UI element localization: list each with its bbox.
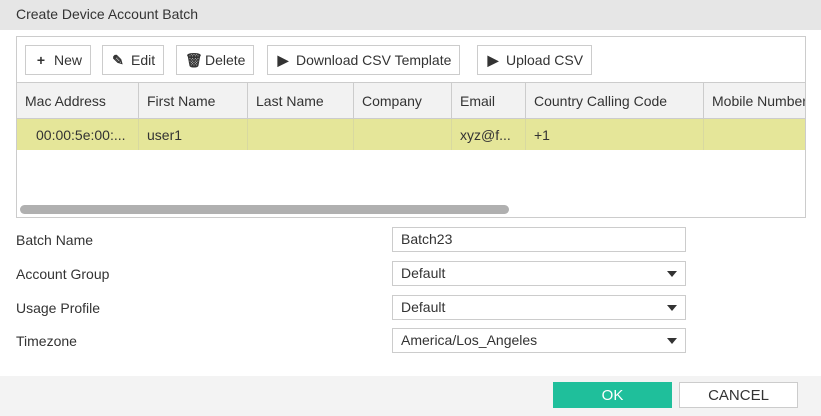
batch-name-label: Batch Name <box>16 232 94 248</box>
usage-profile-label: Usage Profile <box>16 300 101 316</box>
accounts-panel: + New ✎ Edit 🗑 Delete ▶ Download CSV Templat… <box>16 36 806 218</box>
column-header[interactable]: Mac Address <box>17 83 139 118</box>
batch-name-value: Batch23 <box>401 231 453 247</box>
dialog-title: Create Device Account Batch <box>0 0 821 30</box>
usage-profile-select[interactable]: Default <box>392 295 686 320</box>
timezone-value: America/Los_Angeles <box>401 332 538 348</box>
column-header[interactable]: Company <box>354 83 452 118</box>
column-header[interactable]: Email <box>452 83 526 118</box>
edit-label: Edit <box>131 52 156 68</box>
delete-button[interactable]: 🗑 Delete <box>176 45 255 75</box>
table-cell: +1 <box>526 119 704 150</box>
account-group-value: Default <box>401 265 446 281</box>
new-label: New <box>54 52 83 68</box>
column-header[interactable]: Mobile Number <box>704 83 805 118</box>
table-cell <box>704 119 805 150</box>
column-header[interactable]: Last Name <box>248 83 354 118</box>
caret-down-icon <box>667 305 677 311</box>
upload-label: Upload CSV <box>506 52 584 68</box>
trash-icon: 🗑 <box>185 51 203 68</box>
ok-button[interactable]: OK <box>553 382 672 408</box>
table-cell <box>248 119 354 150</box>
download-label: Download CSV Template <box>296 52 452 68</box>
caret-down-icon <box>667 338 677 344</box>
table-cell <box>354 119 452 150</box>
upload-csv-button[interactable]: ▶ Upload CSV <box>477 45 593 75</box>
timezone-select[interactable]: America/Los_Angeles <box>392 328 686 353</box>
timezone-label: Timezone <box>16 333 77 349</box>
edit-button[interactable]: ✎ Edit <box>102 45 165 75</box>
column-header[interactable]: First Name <box>139 83 248 118</box>
batch-name-input[interactable]: Batch23 <box>392 227 686 252</box>
usage-profile-value: Default <box>401 299 446 315</box>
download-csv-template-button[interactable]: ▶ Download CSV Template <box>267 45 461 75</box>
table-row[interactable]: 00:00:5e:00:... user1 xyz@f... +1 <box>17 119 805 150</box>
column-header[interactable]: Country Calling Code <box>526 83 704 118</box>
file-import-icon: ▶ <box>487 51 499 68</box>
account-group-label: Account Group <box>16 266 110 282</box>
account-group-select[interactable]: Default <box>392 261 686 286</box>
table-header: Mac Address First Name Last Name Company… <box>17 82 805 119</box>
plus-icon: + <box>36 52 46 68</box>
file-export-icon: ▶ <box>277 51 289 68</box>
table-cell: user1 <box>139 119 248 150</box>
pencil-icon: ✎ <box>112 51 124 68</box>
new-button[interactable]: + New <box>25 45 92 75</box>
cancel-button[interactable]: CANCEL <box>679 382 798 408</box>
table-cell: 00:00:5e:00:... <box>17 119 139 150</box>
horizontal-scrollbar[interactable] <box>20 205 509 214</box>
caret-down-icon <box>667 271 677 277</box>
delete-label: Delete <box>205 52 246 68</box>
table-cell: xyz@f... <box>452 119 526 150</box>
